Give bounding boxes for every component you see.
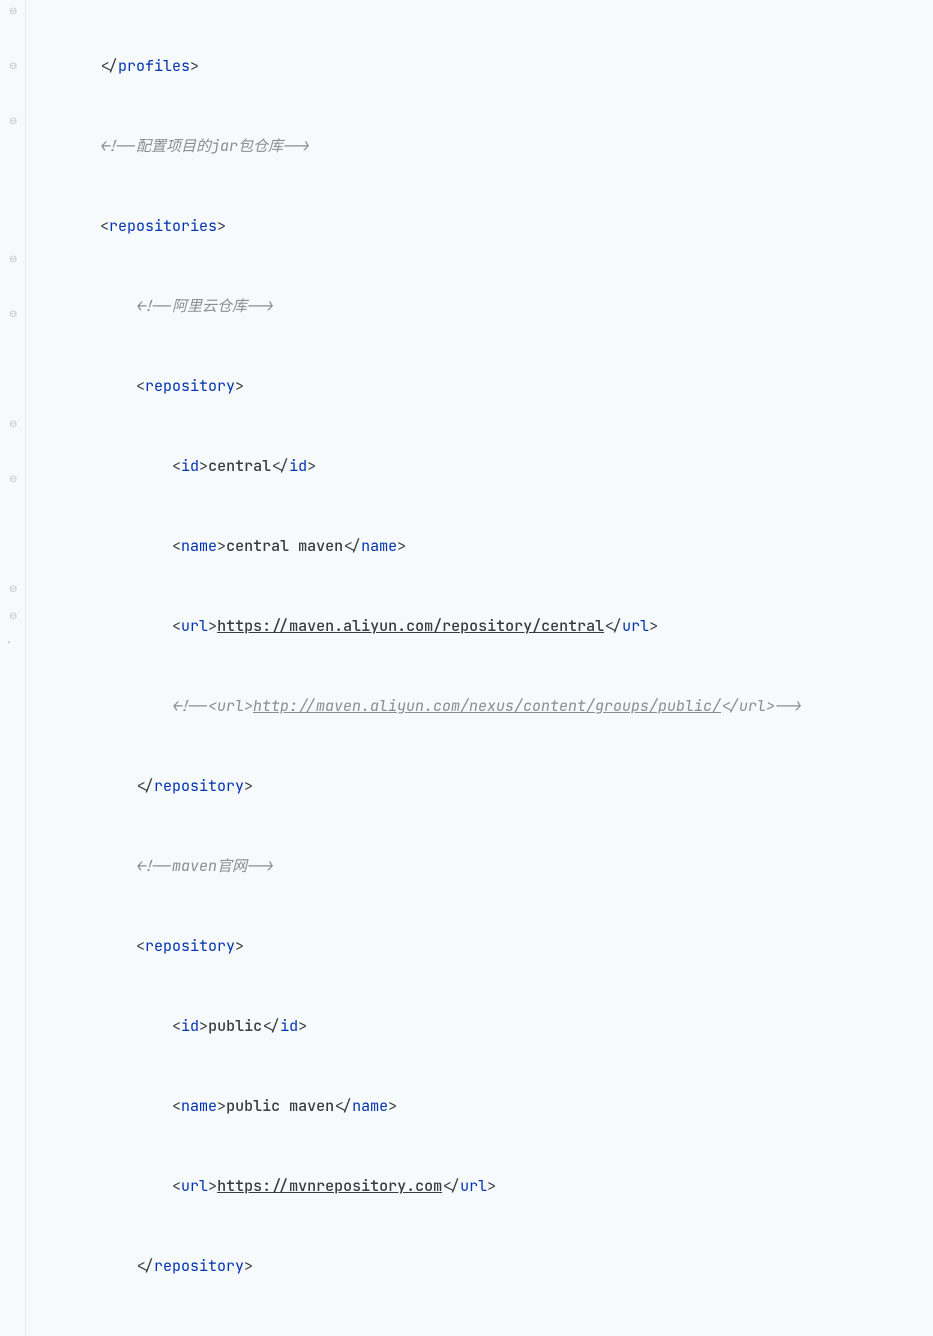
- fold-marker-icon[interactable]: ⊖: [9, 250, 17, 268]
- fold-marker-icon[interactable]: ⊖: [9, 415, 17, 433]
- fold-marker-icon[interactable]: ⊖: [9, 470, 17, 488]
- code-content[interactable]: </profiles> <!--配置项目的jar包仓库--> <reposito…: [26, 0, 933, 1336]
- code-line: <!--maven官网-->: [28, 853, 933, 881]
- code-line: <id>public</id>: [28, 1013, 933, 1041]
- code-line: <repository>: [28, 933, 933, 961]
- code-editor: ⊖ ⊖ ⊖ ⊖ ⊖ ⊖ ⊖ ⊖ ⊖ ▸ </profiles> <!--配置项目…: [0, 0, 933, 1336]
- code-line: <name>public maven</name>: [28, 1093, 933, 1121]
- fold-marker-icon[interactable]: ⊖: [9, 112, 17, 130]
- code-line: <id>central</id>: [28, 453, 933, 481]
- fold-marker-icon[interactable]: ⊖: [9, 2, 17, 20]
- gutter: ⊖ ⊖ ⊖ ⊖ ⊖ ⊖ ⊖ ⊖ ⊖ ▸: [0, 0, 26, 1336]
- code-line: </repository>: [28, 773, 933, 801]
- code-line: <!--阿里云仓库-->: [28, 293, 933, 321]
- code-line: <!--配置项目的jar包仓库-->: [28, 133, 933, 161]
- code-line: </repository>: [28, 1253, 933, 1281]
- fold-marker-icon[interactable]: ⊖: [9, 305, 17, 323]
- fold-marker-icon[interactable]: ⊖: [9, 580, 17, 598]
- collapse-marker-icon[interactable]: ▸: [7, 636, 12, 650]
- code-line: <!--<url>http://maven.aliyun.com/nexus/c…: [28, 693, 933, 721]
- code-line: <name>central maven</name>: [28, 533, 933, 561]
- code-line: <url>https://mvnrepository.com</url>: [28, 1173, 933, 1201]
- code-line: <repositories>: [28, 213, 933, 241]
- code-line: <repository>: [28, 373, 933, 401]
- fold-marker-icon[interactable]: ⊖: [9, 57, 17, 75]
- code-line: </profiles>: [28, 53, 933, 81]
- fold-marker-icon[interactable]: ⊖: [9, 607, 17, 625]
- code-line: <url>https://maven.aliyun.com/repository…: [28, 613, 933, 641]
- code-line: <!--maven私服-->: [28, 1333, 933, 1336]
